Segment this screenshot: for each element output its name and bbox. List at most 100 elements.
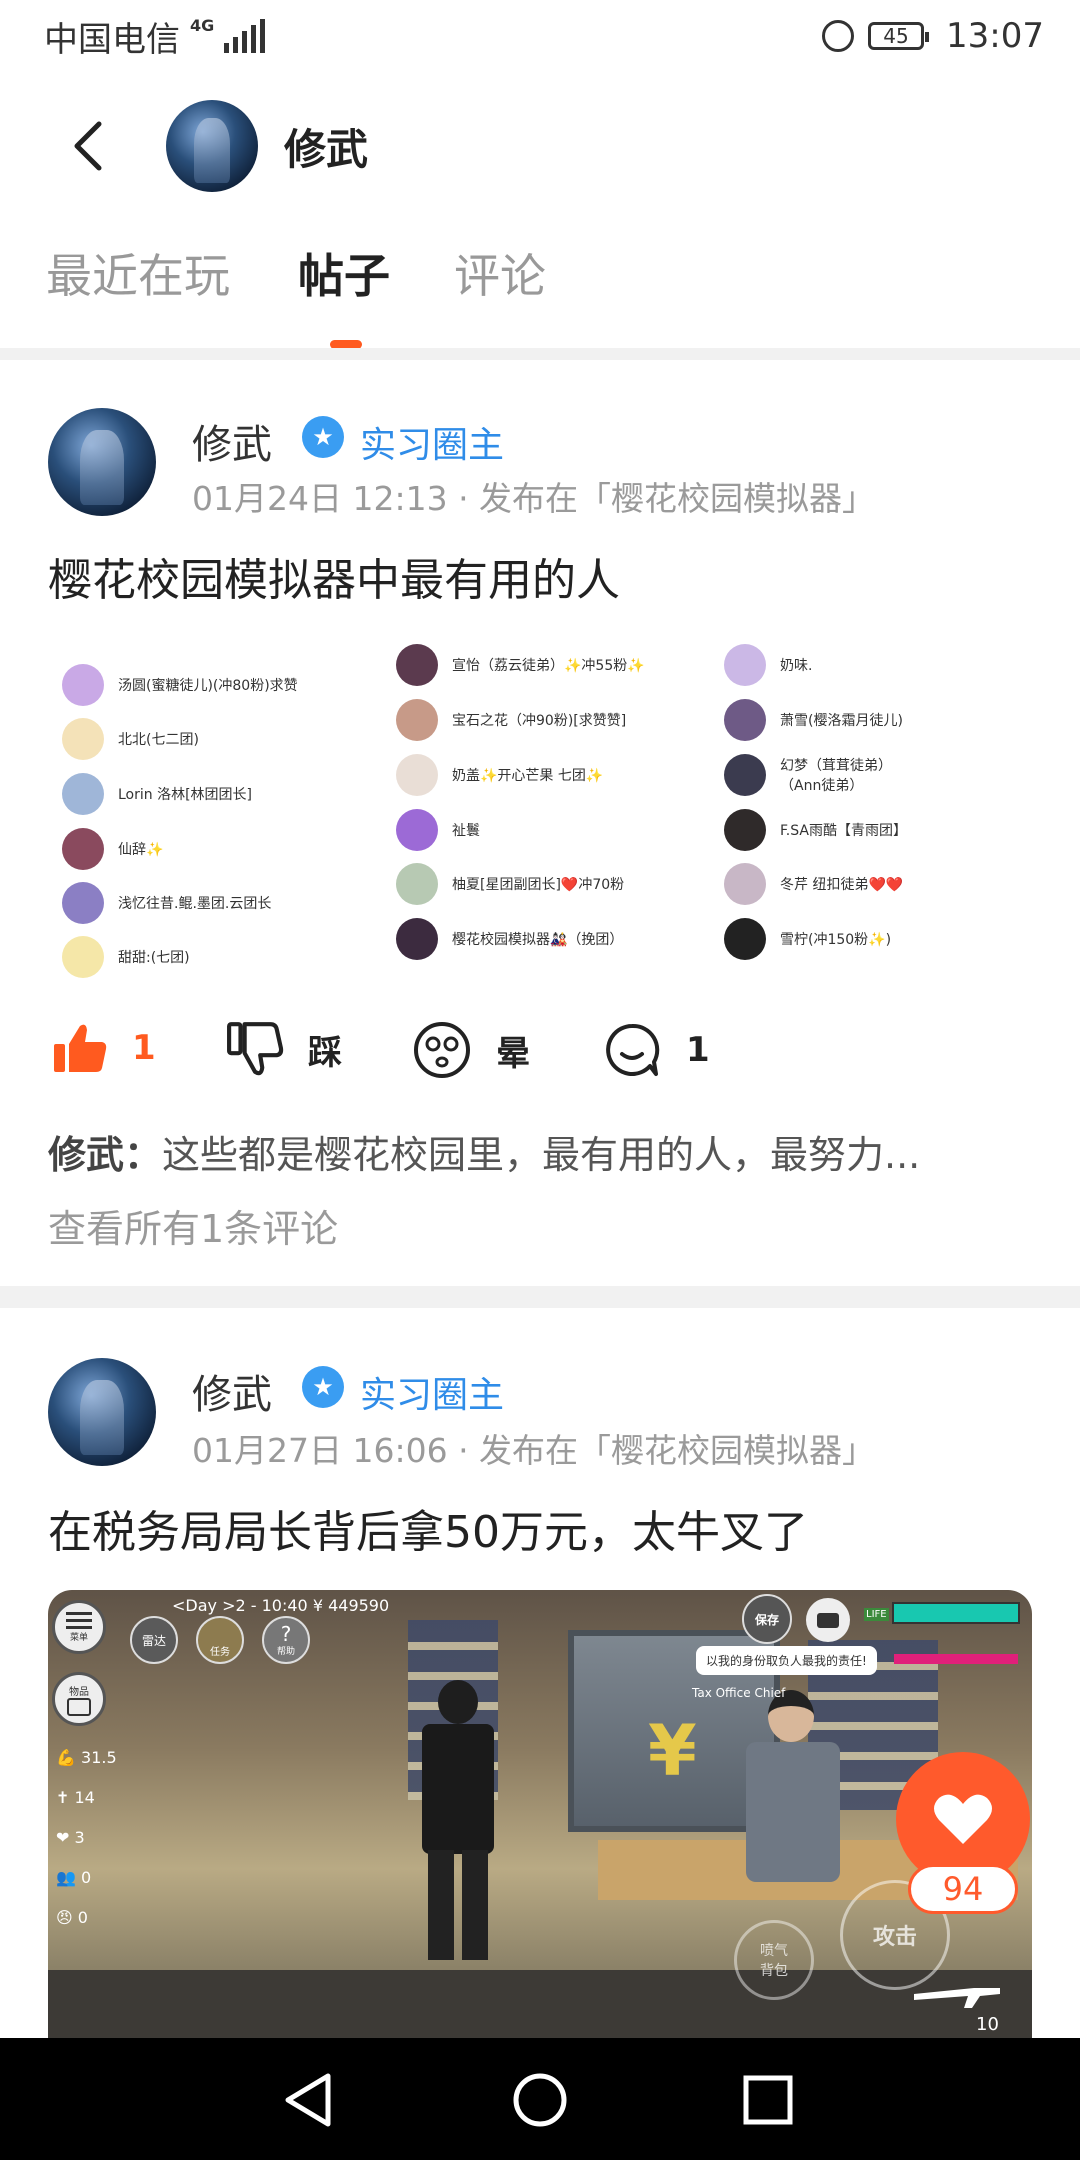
- tab-posts[interactable]: 帖子: [298, 240, 390, 306]
- hud-save-button[interactable]: 保存: [742, 1594, 792, 1644]
- thumbs-down-icon: [227, 1022, 284, 1076]
- status-bar: 中国电信 4G 45 13:07: [0, 0, 1080, 72]
- user-avatar: [62, 773, 104, 815]
- nav-home-button[interactable]: [500, 2060, 580, 2140]
- circle-home-icon: [513, 2073, 567, 2127]
- dislike-label: 踩: [308, 1032, 342, 1073]
- post-title[interactable]: 樱花校园模拟器中最有用的人: [48, 544, 620, 608]
- jetpack-button[interactable]: 喷气背包: [734, 1920, 814, 2000]
- comment-button[interactable]: 1: [602, 1020, 710, 1080]
- battery-level: 45: [883, 24, 909, 48]
- hud-stats: 💪 31.5 ✝ 14 ❤ 3 👥 0 😠 0: [56, 1738, 117, 1938]
- user-avatar: [724, 699, 766, 741]
- data-saver-icon: [822, 20, 855, 52]
- user-avatar: [724, 809, 766, 851]
- nav-back-button[interactable]: [268, 2060, 348, 2140]
- user-avatar: [724, 863, 766, 905]
- menu-icon: [66, 1611, 92, 1629]
- user-avatar: [62, 828, 104, 870]
- profile-tabs: 最近在玩 帖子 评论: [0, 240, 1080, 350]
- collage-item: 樱花校园模拟器🎎（挽团）: [396, 918, 623, 960]
- player-character: [418, 1680, 498, 1970]
- collage-item: 奶盖✨开心芒果 七团✨: [396, 754, 603, 796]
- collage-item: 冬芹 纽扣徒弟❤️❤️: [724, 863, 903, 905]
- clock: 13:07: [946, 16, 1044, 56]
- floating-like-count: 94: [908, 1864, 1018, 1914]
- collage-item: 祉鬟: [396, 809, 480, 851]
- dislike-button[interactable]: 踩: [226, 1020, 342, 1078]
- question-icon: ?: [280, 1621, 292, 1646]
- back-arrow-icon: [74, 121, 102, 171]
- collage-item: 萧雪(樱洛霜月徒儿): [724, 699, 903, 741]
- collage-item: 奶味.: [724, 644, 812, 686]
- author-badge-label: 实习圈主: [360, 425, 505, 466]
- system-nav-bar: [0, 2038, 1080, 2160]
- header-username: 修武: [284, 124, 369, 174]
- signal-icon: [224, 19, 266, 53]
- stat-anger: 😠 0: [56, 1908, 88, 1927]
- post-author-avatar[interactable]: [48, 1358, 156, 1466]
- header-avatar[interactable]: [166, 100, 258, 192]
- user-avatar: [724, 754, 766, 796]
- battery-icon: 45: [868, 22, 930, 50]
- hud-task-button[interactable]: 任务: [196, 1616, 244, 1664]
- square-recents-icon: [743, 2075, 793, 2125]
- hud-radar-button[interactable]: 雷达: [130, 1616, 178, 1664]
- back-button[interactable]: [58, 116, 118, 176]
- stat-love: ❤ 3: [56, 1828, 85, 1847]
- user-avatar: [396, 918, 438, 960]
- npc-name-label: Tax Office Chief: [692, 1686, 786, 1700]
- tab-recently-played[interactable]: 最近在玩: [46, 240, 230, 306]
- star-badge-icon: ★: [302, 1366, 344, 1408]
- weapon-slot[interactable]: 10: [914, 1980, 1024, 2040]
- stat-strength: 💪 31.5: [56, 1748, 117, 1767]
- collage-item: 雪柠(冲150粉✨): [724, 918, 891, 960]
- post-game-screenshot[interactable]: ¥ <Day >2 - 10:40 ¥ 449590 菜单 雷达 任务 ? 帮助: [48, 1590, 1032, 2040]
- user-avatar: [396, 809, 438, 851]
- dizzy-label: 晕: [496, 1033, 530, 1074]
- collage-item: F.SA雨酷【青雨团】: [724, 809, 907, 851]
- comment-preview[interactable]: 修武：这些都是樱花校园里，最有用的人，最努力...: [48, 1124, 920, 1179]
- post-author-avatar[interactable]: [48, 408, 156, 516]
- dizzy-face-icon: [414, 1022, 470, 1078]
- collage-item: 柚夏[星团副团长]❤️冲70粉: [396, 863, 624, 905]
- collage-item: Lorin 洛林[林团团长]: [62, 773, 252, 815]
- divider: [0, 348, 1080, 360]
- rifle-icon: [914, 1988, 1000, 2008]
- collage-item: 仙辞✨: [62, 828, 163, 870]
- hud-help-button[interactable]: ? 帮助: [262, 1616, 310, 1664]
- comment-author: 修武：: [48, 1133, 163, 1177]
- npc-tax-chief: [738, 1690, 848, 1950]
- profile-header: 修武: [0, 96, 1080, 196]
- heart-icon: [934, 1794, 992, 1844]
- like-button[interactable]: 1: [52, 1020, 156, 1076]
- collage-item: 幻梦（茸茸徒弟）（Ann徒弟）: [724, 754, 910, 796]
- user-avatar: [396, 863, 438, 905]
- yen-sign: ¥: [648, 1710, 697, 1792]
- npc-speech-bubble: 以我的身份取负人最我的责任!: [696, 1646, 877, 1675]
- post-author-name[interactable]: 修武: [192, 412, 272, 470]
- dizzy-button[interactable]: 晕: [412, 1020, 530, 1080]
- collage-item: 宝石之花（冲90粉)[求赞赞]: [396, 699, 626, 741]
- post-title[interactable]: 在税务局局长背后拿50万元，太牛叉了: [48, 1496, 808, 1560]
- camera-icon[interactable]: [806, 1598, 850, 1642]
- nav-recents-button[interactable]: [728, 2060, 808, 2140]
- view-all-comments-link[interactable]: 查看所有1条评论: [48, 1198, 338, 1253]
- post-image-collage[interactable]: 汤圆(蜜糖徒儿)(冲80粉)求赞 北北(七二团) Lorin 洛林[林团团长] …: [48, 630, 1038, 978]
- user-avatar: [724, 644, 766, 686]
- user-avatar: [396, 644, 438, 686]
- stat-intelligence: ✝ 14: [56, 1788, 95, 1807]
- post-meta: 01月27日 16:06 · 发布在「樱花校园模拟器」: [192, 1431, 876, 1470]
- collage-item: 汤圆(蜜糖徒儿)(冲80粉)求赞: [62, 664, 298, 706]
- life-bar: [892, 1602, 1020, 1665]
- stat-friends: 👥 0: [56, 1868, 92, 1887]
- divider: [0, 1286, 1080, 1308]
- like-count: 1: [132, 1028, 156, 1068]
- tab-comments[interactable]: 评论: [454, 240, 546, 306]
- hud-menu-button[interactable]: 菜单: [52, 1600, 106, 1654]
- author-badge-label: 实习圈主: [360, 1375, 505, 1416]
- post-author-name[interactable]: 修武: [192, 1362, 272, 1420]
- hud-items-button[interactable]: 物品: [52, 1672, 106, 1726]
- post-meta: 01月24日 12:13 · 发布在「樱花校园模拟器」: [192, 479, 876, 518]
- ammo-count: 10: [976, 2014, 999, 2035]
